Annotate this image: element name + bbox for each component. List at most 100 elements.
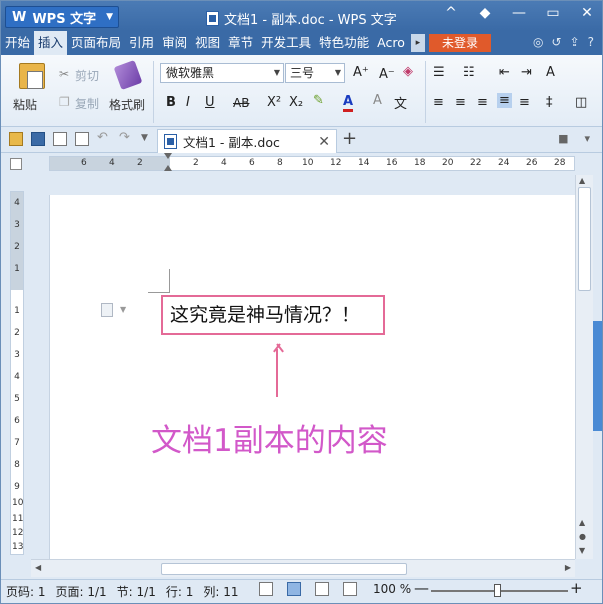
highlight-icon[interactable]: ✎ xyxy=(313,93,324,108)
skin-icon[interactable]: ◎ xyxy=(533,35,543,49)
decrease-indent-icon[interactable]: ⇤ xyxy=(499,65,510,80)
grow-font-icon[interactable]: A⁺ xyxy=(353,65,369,80)
restore-icon[interactable]: ◆ xyxy=(476,5,494,21)
menu-item-section[interactable]: 章节 xyxy=(224,31,257,55)
scroll-right-icon[interactable]: ▶ xyxy=(565,563,571,572)
side-panel-toggle[interactable] xyxy=(593,321,602,431)
login-button[interactable]: 未登录 xyxy=(429,34,491,52)
undo-icon[interactable]: ↶ xyxy=(97,130,111,145)
shrink-font-icon[interactable]: A⁻ xyxy=(379,67,395,82)
paragraph-layout-icon[interactable] xyxy=(101,303,113,317)
customize-icon[interactable]: ▼ xyxy=(141,133,155,147)
menu-item-review[interactable]: 审阅 xyxy=(158,31,191,55)
sync-icon[interactable]: ↺ xyxy=(552,35,562,49)
scroll-up-icon[interactable]: ▲ xyxy=(579,176,585,185)
menu-item-acro[interactable]: Acro xyxy=(373,31,409,55)
align-right-icon[interactable]: ≡ xyxy=(477,95,488,110)
zoom-level[interactable]: 100 % xyxy=(373,582,411,596)
help-icon[interactable]: ? xyxy=(588,35,594,49)
menu-item-view[interactable]: 视图 xyxy=(191,31,224,55)
browse-object-icon[interactable]: ● xyxy=(579,532,586,541)
tab-menu-icon[interactable]: ▾ xyxy=(584,132,590,145)
font-color-button[interactable]: A xyxy=(343,94,354,112)
menu-item-layout[interactable]: 页面布局 xyxy=(67,31,125,55)
horizontal-scrollbar[interactable]: ◀ ▶ xyxy=(31,559,575,577)
font-name-select[interactable]: 微软雅黑 ▼ xyxy=(160,63,284,83)
copy-button[interactable]: 复制 xyxy=(75,95,99,112)
outline-view-icon[interactable] xyxy=(315,582,329,596)
align-left-icon[interactable]: ≡ xyxy=(433,95,444,110)
next-page-icon[interactable]: ▼ xyxy=(579,546,586,555)
tab-stop-selector[interactable] xyxy=(10,158,22,170)
superscript-button[interactable]: X² xyxy=(267,95,281,110)
prev-page-icon[interactable]: ▲ xyxy=(579,518,586,527)
maximize-icon[interactable]: ▭ xyxy=(544,5,562,21)
vertical-scrollbar[interactable]: ▲ ▲ ● ▼ xyxy=(575,175,593,559)
full-screen-view-icon[interactable] xyxy=(259,582,273,596)
format-painter-icon[interactable] xyxy=(113,59,143,91)
menu-item-features[interactable]: 特色功能 xyxy=(315,31,373,55)
horizontal-ruler[interactable]: 6 4 2 2 4 6 8 10 12 14 16 18 20 22 24 26… xyxy=(49,156,575,171)
menu-scroll-icon[interactable]: ▸ xyxy=(410,34,425,52)
line-spacing-icon[interactable]: ‡ xyxy=(546,95,553,110)
italic-button[interactable]: I xyxy=(186,95,190,110)
save-icon[interactable] xyxy=(31,132,45,146)
zoom-out-icon[interactable]: — xyxy=(414,579,429,597)
document-text[interactable]: 这究竟是神马情况？！ xyxy=(161,295,385,335)
collapse-ribbon-icon[interactable]: ^ xyxy=(442,5,460,21)
text-style-icon[interactable]: A xyxy=(546,65,555,80)
ruler-tick: 7 xyxy=(14,438,20,448)
redo-icon[interactable]: ↷ xyxy=(119,130,133,145)
open-icon[interactable] xyxy=(9,132,23,146)
bold-button[interactable]: B xyxy=(166,95,176,110)
zoom-in-icon[interactable]: + xyxy=(570,579,583,597)
scroll-thumb[interactable] xyxy=(161,563,407,575)
document-tab[interactable]: 文档1 - 副本.doc ✕ xyxy=(157,129,337,153)
close-tab-icon[interactable]: ✕ xyxy=(318,134,330,150)
menu-item-devtools[interactable]: 开发工具 xyxy=(257,31,315,55)
chevron-down-icon: ▼ xyxy=(120,305,127,314)
menu-item-reference[interactable]: 引用 xyxy=(125,31,158,55)
scroll-thumb[interactable] xyxy=(578,187,591,291)
menu-item-home[interactable]: 开始 xyxy=(1,31,34,55)
print-icon[interactable] xyxy=(53,132,67,146)
menu-item-insert[interactable]: 插入 xyxy=(34,31,68,55)
print-preview-icon[interactable] xyxy=(75,132,89,146)
share-icon[interactable]: ⇪ xyxy=(570,35,580,49)
justify-icon[interactable]: ≡ xyxy=(497,93,512,108)
increase-indent-icon[interactable]: ⇥ xyxy=(521,65,532,80)
ruler-tick: 18 xyxy=(414,158,426,168)
minimize-icon[interactable]: — xyxy=(510,5,528,21)
font-size-select[interactable]: 三号 ▼ xyxy=(285,63,345,83)
pinyin-button[interactable]: 文 xyxy=(394,93,407,112)
subscript-button[interactable]: X₂ xyxy=(289,95,303,110)
vertical-ruler[interactable]: 4 3 2 1 1 2 3 4 5 6 7 8 9 10 11 12 13 xyxy=(10,191,24,555)
distribute-icon[interactable]: ≡ xyxy=(519,95,530,110)
para-settings-icon[interactable]: ◫ xyxy=(575,95,587,110)
ruler-tick: 1 xyxy=(14,306,20,316)
close-icon[interactable]: ✕ xyxy=(578,5,596,21)
char-shading-icon[interactable]: A xyxy=(373,93,382,108)
document-page[interactable] xyxy=(49,195,575,559)
web-view-icon[interactable] xyxy=(343,582,357,596)
indent-marker[interactable] xyxy=(164,153,172,173)
zoom-slider-knob[interactable] xyxy=(494,584,501,597)
page-view-icon[interactable] xyxy=(287,582,301,596)
align-center-icon[interactable]: ≡ xyxy=(455,95,466,110)
paste-button[interactable]: 粘贴 xyxy=(13,96,37,113)
cut-button[interactable]: 剪切 xyxy=(75,67,99,84)
zoom-slider[interactable] xyxy=(431,584,568,597)
underline-button[interactable]: U xyxy=(205,95,215,110)
window-list-icon[interactable]: ■ xyxy=(558,132,568,145)
clear-format-icon[interactable]: ◈ xyxy=(403,64,413,79)
app-menu-button[interactable]: W WPS 文字 ▼ xyxy=(5,6,119,28)
bullet-list-icon[interactable]: ☰ xyxy=(433,65,445,80)
number-list-icon[interactable]: ☷ xyxy=(463,65,475,80)
format-painter-button[interactable]: 格式刷 xyxy=(109,96,145,113)
strikethrough-button[interactable]: AB xyxy=(233,96,249,110)
new-tab-icon[interactable]: + xyxy=(342,128,357,149)
app-name: WPS 文字 xyxy=(32,11,97,27)
paste-icon[interactable] xyxy=(19,63,45,89)
annotation-arrow xyxy=(276,349,278,397)
scroll-left-icon[interactable]: ◀ xyxy=(35,563,41,572)
